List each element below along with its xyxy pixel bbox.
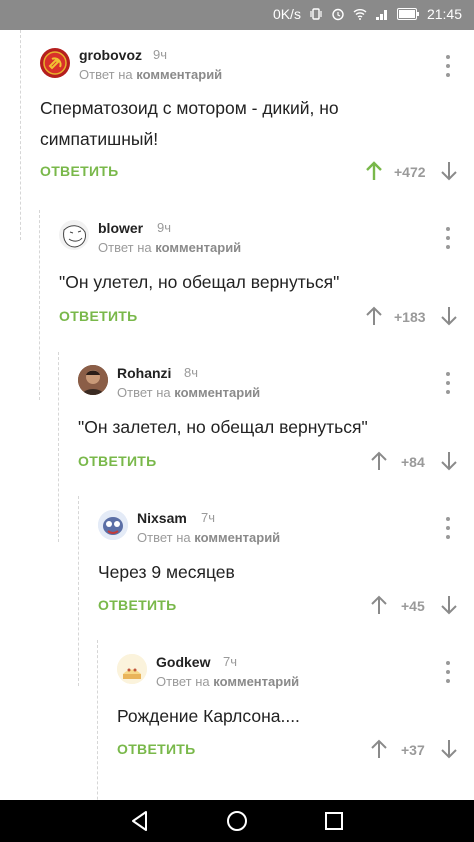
comment-text-line: Рождение Карлсона.... bbox=[117, 706, 300, 726]
reply-to: Ответ на комментарий bbox=[98, 240, 241, 255]
vibrate-icon bbox=[310, 8, 322, 20]
rating: +84 bbox=[401, 454, 425, 470]
downvote-icon[interactable] bbox=[438, 305, 460, 327]
battery-icon bbox=[396, 8, 419, 20]
comment-nixsam: Nixsam 7ч Ответ на комментарий Через 9 м… bbox=[78, 496, 474, 686]
thread-line bbox=[39, 210, 41, 400]
rating: +37 bbox=[401, 742, 425, 758]
downvote-icon[interactable] bbox=[438, 160, 460, 182]
reply-to: Ответ на комментарий bbox=[79, 67, 222, 82]
avatar-troll-face[interactable] bbox=[59, 220, 89, 250]
avatar-cartoon[interactable] bbox=[98, 510, 128, 540]
reply-button[interactable]: ОТВЕТИТЬ bbox=[117, 741, 196, 757]
reply-button[interactable]: ОТВЕТИТЬ bbox=[78, 453, 157, 469]
more-options-icon[interactable] bbox=[438, 227, 458, 249]
author-name[interactable]: blower bbox=[98, 220, 143, 236]
upvote-icon[interactable] bbox=[368, 594, 390, 616]
comment-time: 9ч bbox=[157, 220, 172, 235]
comment-text: Рождение Карлсона.... bbox=[117, 701, 300, 732]
reply-button[interactable]: ОТВЕТИТЬ bbox=[98, 597, 177, 613]
comment-text: Через 9 месяцев bbox=[98, 557, 235, 588]
author-name[interactable]: Nixsam bbox=[137, 510, 187, 526]
comment-time: 7ч bbox=[201, 510, 216, 525]
upvote-icon[interactable] bbox=[368, 450, 390, 472]
comment-text-line: "Он улетел, но обещал вернуться" bbox=[59, 272, 340, 292]
comment-blower: blower 9ч Ответ на комментарий "Он улете… bbox=[39, 210, 474, 400]
comment-grobovoz: grobovoz 9ч Ответ на комментарий Спермат… bbox=[20, 30, 474, 240]
thread-line bbox=[20, 30, 22, 240]
reply-prefix: Ответ на bbox=[79, 67, 133, 82]
downvote-icon[interactable] bbox=[438, 738, 460, 760]
reply-to: Ответ на комментарий bbox=[137, 530, 280, 545]
more-options-icon[interactable] bbox=[438, 372, 458, 394]
signal-icon bbox=[375, 10, 387, 20]
rating: +183 bbox=[394, 309, 426, 325]
reply-prefix: Ответ на bbox=[156, 674, 210, 689]
comment-text: "Он улетел, но обещал вернуться" bbox=[59, 267, 339, 298]
upvote-icon[interactable] bbox=[368, 738, 390, 760]
reply-to: Ответ на комментарий bbox=[117, 385, 260, 400]
downvote-icon[interactable] bbox=[438, 450, 460, 472]
reply-target-link[interactable]: комментарий bbox=[155, 240, 241, 255]
rating: +472 bbox=[394, 164, 426, 180]
comment-time: 9ч bbox=[153, 47, 168, 62]
rating: +45 bbox=[401, 598, 425, 614]
comment-text-line: Сперматозоид с мотором - дикий, но bbox=[40, 98, 339, 118]
upvote-icon[interactable] bbox=[363, 305, 385, 327]
reply-button[interactable]: ОТВЕТИТЬ bbox=[59, 308, 138, 324]
avatar-portrait[interactable] bbox=[78, 365, 108, 395]
reply-target-link[interactable]: комментарий bbox=[174, 385, 260, 400]
reply-prefix: Ответ на bbox=[98, 240, 152, 255]
comment-text-line: "Он залетел, но обещал вернуться" bbox=[78, 417, 368, 437]
reply-prefix: Ответ на bbox=[137, 530, 191, 545]
reply-target-link[interactable]: комментарий bbox=[136, 67, 222, 82]
comment-text-line: симпатишный! bbox=[40, 129, 159, 149]
upvote-icon[interactable] bbox=[363, 160, 385, 182]
author-name[interactable]: grobovoz bbox=[79, 47, 142, 63]
reply-prefix: Ответ на bbox=[117, 385, 171, 400]
downvote-icon[interactable] bbox=[438, 594, 460, 616]
reply-target-link[interactable]: комментарий bbox=[194, 530, 280, 545]
status-icons: 0K/s 21:45 bbox=[273, 6, 462, 22]
comment-text: "Он залетел, но обещал вернуться" bbox=[78, 412, 368, 443]
wifi-icon bbox=[353, 9, 367, 20]
home-icon[interactable] bbox=[225, 809, 249, 833]
reply-to: Ответ на комментарий bbox=[156, 674, 299, 689]
reply-button[interactable]: ОТВЕТИТЬ bbox=[40, 163, 119, 179]
comment-rohanzi: Rohanzi 8ч Ответ на комментарий "Он зале… bbox=[58, 352, 474, 542]
avatar-cake[interactable] bbox=[117, 654, 147, 684]
author-name[interactable]: Godkew bbox=[156, 654, 210, 670]
reply-target-link[interactable]: комментарий bbox=[213, 674, 299, 689]
recents-icon[interactable] bbox=[322, 809, 346, 833]
thread-line bbox=[78, 496, 80, 686]
network-speed: 0K/s bbox=[272, 6, 301, 22]
thread-line bbox=[58, 352, 60, 542]
status-bar: 0K/s 21:45 bbox=[0, 0, 474, 30]
more-options-icon[interactable] bbox=[438, 55, 458, 77]
comment-godkew: Godkew 7ч Ответ на комментарий Рождение … bbox=[97, 640, 474, 800]
more-options-icon[interactable] bbox=[438, 661, 458, 683]
avatar-soviet-emblem[interactable] bbox=[40, 48, 70, 78]
comment-text: Сперматозоид с мотором - дикий, но симпа… bbox=[40, 93, 339, 155]
comment-time: 8ч bbox=[184, 365, 199, 380]
alarm-icon bbox=[332, 8, 344, 21]
clock: 21:45 bbox=[426, 6, 462, 22]
comment-thread[interactable]: grobovoz 9ч Ответ на комментарий Спермат… bbox=[0, 30, 474, 800]
more-options-icon[interactable] bbox=[438, 517, 458, 539]
comment-text-line: Через 9 месяцев bbox=[98, 562, 235, 582]
navigation-bar bbox=[0, 800, 474, 842]
thread-line bbox=[97, 640, 99, 800]
back-icon[interactable] bbox=[128, 809, 152, 833]
author-name[interactable]: Rohanzi bbox=[117, 365, 171, 381]
comment-time: 7ч bbox=[223, 654, 238, 669]
